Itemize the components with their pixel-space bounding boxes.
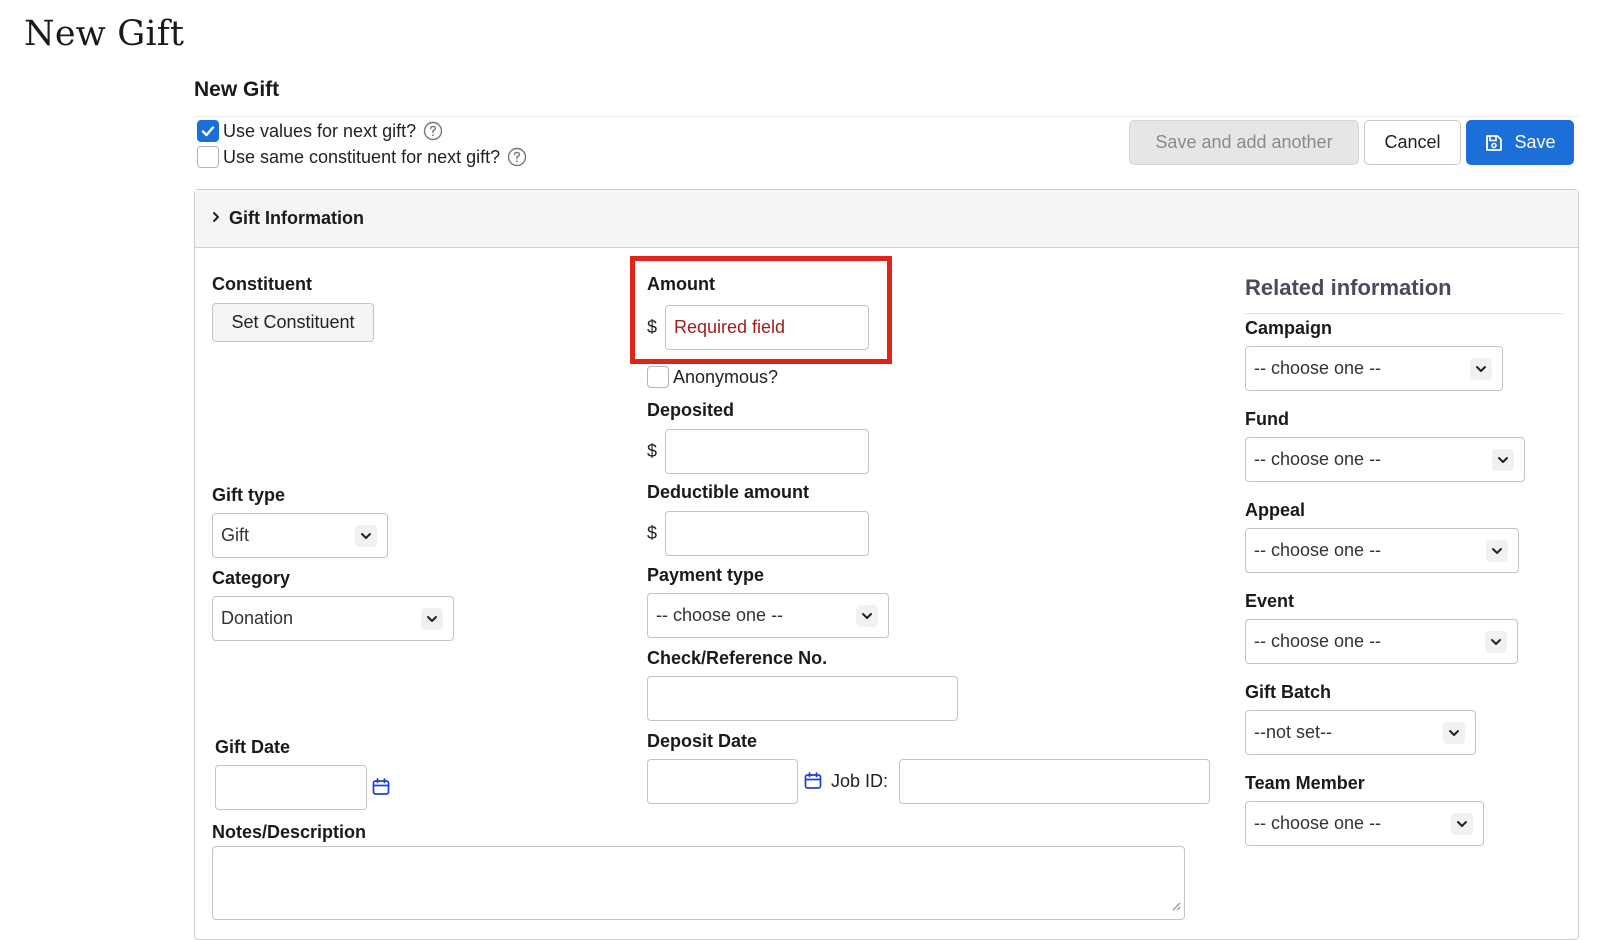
chevron-down-icon: [1470, 357, 1492, 380]
campaign-select[interactable]: -- choose one --: [1245, 346, 1503, 391]
resize-grip-icon[interactable]: [1171, 898, 1181, 916]
gift-batch-label: Gift Batch: [1245, 682, 1332, 702]
gift-batch-select[interactable]: --not set--: [1245, 710, 1476, 755]
appeal-select[interactable]: -- choose one --: [1245, 528, 1519, 573]
gift-information-header[interactable]: Gift Information: [195, 190, 1578, 248]
job-id-input[interactable]: [899, 759, 1210, 804]
cancel-button[interactable]: Cancel: [1364, 120, 1461, 165]
gift-type-value: Gift: [221, 525, 250, 545]
gift-type-label: Gift type: [212, 485, 286, 505]
anonymous-checkbox[interactable]: [647, 366, 669, 388]
fund-value: -- choose one --: [1254, 449, 1382, 469]
deposit-date-label: Deposit Date: [647, 731, 758, 751]
event-value: -- choose one --: [1254, 631, 1382, 651]
job-id-label: Job ID:: [831, 771, 889, 791]
team-member-select[interactable]: -- choose one --: [1245, 801, 1484, 846]
form-heading: New Gift: [194, 78, 280, 101]
constituent-label: Constituent: [212, 274, 312, 294]
save-icon: [1484, 133, 1504, 153]
category-value: Donation: [221, 608, 294, 628]
deductible-label: Deductible amount: [647, 482, 810, 502]
help-icon[interactable]: [423, 121, 443, 141]
team-member-value: -- choose one --: [1254, 813, 1382, 833]
fund-select[interactable]: -- choose one --: [1245, 437, 1525, 482]
deposited-label: Deposited: [647, 400, 735, 420]
payment-type-value: -- choose one --: [656, 605, 784, 625]
save-and-add-another-button[interactable]: Save and add another: [1129, 120, 1359, 165]
set-constituent-button[interactable]: Set Constituent: [212, 303, 374, 342]
team-member-label: Team Member: [1245, 773, 1365, 793]
appeal-label: Appeal: [1245, 500, 1306, 520]
use-values-label: Use values for next gift?: [223, 120, 417, 141]
section-title: Gift Information: [229, 208, 364, 228]
related-information-title: Related information: [1245, 275, 1452, 300]
chevron-down-icon: [1486, 539, 1508, 562]
deposit-date-input[interactable]: [647, 759, 798, 804]
calendar-icon[interactable]: [803, 771, 823, 791]
anonymous-option[interactable]: Anonymous?: [647, 366, 778, 388]
campaign-value: -- choose one --: [1254, 358, 1382, 378]
check-ref-label: Check/Reference No.: [647, 648, 828, 668]
deposited-currency: $: [647, 441, 658, 461]
fund-label: Fund: [1245, 409, 1289, 429]
category-select[interactable]: Donation: [212, 596, 454, 641]
gift-type-select[interactable]: Gift: [212, 513, 388, 558]
category-label: Category: [212, 568, 291, 588]
page-title: New Gift: [24, 14, 185, 54]
payment-type-label: Payment type: [647, 565, 765, 585]
anonymous-label: Anonymous?: [673, 366, 779, 387]
appeal-value: -- choose one --: [1254, 540, 1382, 560]
gift-date-label: Gift Date: [215, 737, 291, 757]
payment-type-select[interactable]: -- choose one --: [647, 593, 889, 638]
notes-label: Notes/Description: [212, 822, 367, 842]
chevron-right-icon: [211, 210, 221, 228]
chevron-down-icon: [1492, 448, 1514, 471]
amount-input[interactable]: Required field: [665, 305, 869, 350]
check-ref-input[interactable]: [647, 676, 958, 721]
deposited-input[interactable]: [665, 429, 869, 474]
help-icon[interactable]: [507, 147, 527, 167]
calendar-icon[interactable]: [371, 777, 391, 797]
notes-textarea[interactable]: [212, 846, 1185, 920]
amount-label: Amount: [647, 274, 715, 294]
chevron-down-icon: [421, 607, 443, 630]
deductible-currency: $: [647, 523, 658, 543]
chevron-down-icon: [856, 604, 878, 627]
chevron-down-icon: [1451, 812, 1473, 835]
use-values-option[interactable]: Use values for next gift?: [197, 120, 443, 142]
chevron-down-icon: [355, 524, 377, 547]
save-button-label: Save: [1514, 132, 1556, 152]
chevron-down-icon: [1443, 721, 1465, 744]
same-constituent-checkbox[interactable]: [197, 146, 219, 168]
related-divider: [1245, 313, 1563, 314]
event-select[interactable]: -- choose one --: [1245, 619, 1518, 664]
header-divider: [194, 116, 1579, 117]
amount-currency: $: [647, 317, 658, 337]
same-constituent-label: Use same constituent for next gift?: [223, 146, 501, 167]
use-values-checkbox[interactable]: [197, 120, 219, 142]
deductible-input[interactable]: [665, 511, 869, 556]
gift-batch-value: --not set--: [1254, 722, 1333, 742]
same-constituent-option[interactable]: Use same constituent for next gift?: [197, 146, 527, 168]
chevron-down-icon: [1485, 630, 1507, 653]
save-button[interactable]: Save: [1466, 120, 1574, 165]
event-label: Event: [1245, 591, 1295, 611]
campaign-label: Campaign: [1245, 318, 1333, 338]
gift-date-input[interactable]: [215, 765, 367, 810]
